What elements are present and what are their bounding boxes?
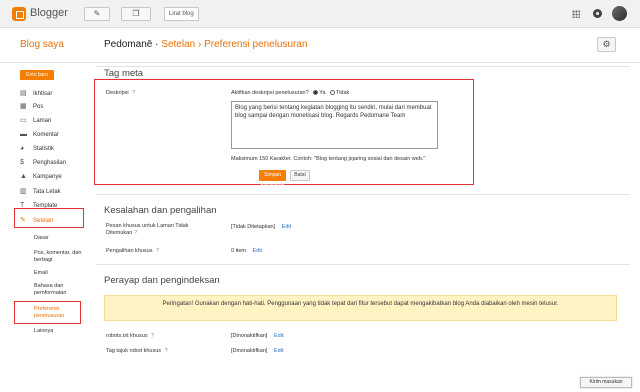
crawl-section-title: Perayap dan pengindeksan	[104, 275, 220, 286]
description-label: Deskripsi	[106, 90, 129, 96]
description-textarea[interactable]: Blog yang berisi tentang kegiatan bloggi…	[231, 101, 438, 149]
help-icon[interactable]: ?	[134, 230, 137, 236]
robots-txt-value: [Dinonaktifkan]	[231, 333, 268, 339]
settings-gear-button[interactable]: ⚙	[597, 37, 616, 52]
enable-description-question: Aktifkan deskripsi penelusuran?	[231, 90, 309, 96]
pages-icon: ❐	[132, 9, 140, 18]
help-icon[interactable]: ?	[165, 348, 168, 354]
breadcrumb-settings[interactable]: Setelan	[161, 39, 195, 50]
sidebar-item-label: Penghasilan	[33, 160, 67, 166]
edit-robot-tags-link[interactable]: Edit	[274, 348, 283, 354]
help-icon[interactable]: ?	[156, 248, 159, 254]
page-header: Blog saya Pedomanē · Setelan › Preferens…	[0, 29, 640, 63]
sidebar-item-label: Ikhtisar	[33, 91, 53, 97]
sidebar-item-label: Kampanye	[33, 174, 62, 180]
custom-redirect-label: Pengalihan khusus	[106, 248, 153, 254]
sidebar-item-label: Laman	[33, 118, 52, 124]
robots-txt-label: robots.txt khusus	[106, 333, 148, 339]
cancel-button[interactable]: Batal	[290, 170, 310, 181]
help-icon[interactable]: ?	[132, 90, 135, 96]
help-icon[interactable]: ?	[151, 333, 154, 339]
custom-404-row: [Tidak Ditetapkan] Edit	[231, 224, 291, 230]
pages-icon: ▭	[20, 117, 27, 124]
highlight-settings-box	[14, 208, 84, 228]
sidebar-item-label: Statistik	[33, 146, 55, 152]
brand-name[interactable]: Blogger	[30, 7, 68, 19]
settings-sub-other[interactable]: Lainnya	[34, 328, 90, 335]
settings-sub-posts-comments[interactable]: Pos, komentar, dan berbagi	[34, 250, 90, 264]
settings-sub-email[interactable]: Email	[34, 270, 90, 277]
warning-banner: Peringatan! Gunakan dengan hati-hati. Pe…	[104, 295, 617, 321]
breadcrumb-separator: ·	[155, 39, 159, 50]
robot-tags-label: Tag tajuk robot khusus	[106, 348, 162, 354]
robot-tags-row: [Dinonaktifkan] Edit	[231, 348, 283, 354]
campaigns-icon: ▲	[20, 173, 27, 180]
highlight-search-preferences-box	[14, 301, 81, 324]
new-post-button[interactable]: Entri baru	[20, 70, 54, 80]
earnings-icon: $	[20, 159, 24, 166]
top-bar: Blogger ✎ ❐ Lirat blog	[0, 0, 640, 28]
my-blogs-link[interactable]: Blog saya	[20, 39, 64, 50]
robot-tags-label-row: Tag tajuk robot khusus ?	[106, 348, 168, 354]
notifications-icon[interactable]	[593, 9, 602, 18]
layout-icon: ▥	[20, 188, 27, 195]
posts-icon: ▦	[20, 103, 27, 110]
sidebar-item-label: Komentar	[33, 132, 60, 138]
radio-no-label: Tidak	[336, 90, 350, 96]
radio-yes[interactable]	[313, 90, 319, 95]
new-post-pencil-button[interactable]: ✎	[84, 7, 110, 21]
save-changes-button[interactable]: Simpan perubahan	[259, 170, 286, 189]
edit-404-link[interactable]: Edit	[282, 224, 291, 230]
send-feedback-button[interactable]: Kirim masukan	[580, 377, 632, 388]
breadcrumb-current: Preferensi penelusuran	[204, 39, 308, 50]
sidebar-item-label: Pos	[33, 104, 44, 110]
avatar[interactable]	[612, 6, 627, 21]
custom-redirect-row: 0 item Edit	[231, 248, 262, 254]
blogger-logo-icon[interactable]	[12, 7, 26, 21]
enable-description-row: Aktifkan deskripsi penelusuran? Ya Tidak	[231, 90, 349, 96]
radio-no[interactable]	[330, 90, 336, 95]
section-divider	[96, 264, 630, 265]
robots-txt-row: [Dinonaktifkan] Edit	[231, 333, 283, 339]
sidebar-item-label: Tata Letak	[33, 189, 61, 195]
description-hint: Maksimum 150 Karakter. Contoh: "Blog ten…	[231, 156, 426, 162]
custom-404-label: Pesan khusus untuk Laman Tidak Ditemukan…	[106, 223, 216, 237]
stats-icon: ◕	[20, 145, 25, 152]
section-divider	[96, 66, 630, 67]
meta-section-title: Tag meta	[104, 68, 144, 79]
view-pages-button[interactable]: ❐	[121, 7, 151, 21]
custom-404-value: [Tidak Ditetapkan]	[231, 224, 276, 230]
section-divider	[96, 194, 630, 195]
description-label-row: Deskripsi ?	[106, 90, 135, 96]
robot-tags-value: [Dinonaktifkan]	[231, 348, 268, 354]
gear-icon: ⚙	[602, 39, 611, 49]
settings-sub-language[interactable]: Bahasa dan pemformatan	[34, 283, 90, 297]
comments-icon: ▬	[20, 131, 27, 138]
custom-404-label-text: Pesan khusus untuk Laman Tidak Ditemukan	[106, 223, 189, 236]
radio-yes-label: Ya	[319, 90, 326, 96]
overview-icon: ▤	[20, 90, 27, 97]
apps-grid-icon[interactable]	[572, 10, 580, 18]
edit-robots-txt-link[interactable]: Edit	[274, 333, 283, 339]
custom-redirect-label-row: Pengalihan khusus ?	[106, 248, 159, 254]
breadcrumb-blog[interactable]: Pedomanē	[104, 39, 152, 50]
breadcrumb-separator: ›	[197, 39, 202, 50]
blog-selector[interactable]: Lirat blog	[164, 7, 199, 21]
pencil-icon: ✎	[93, 9, 101, 18]
settings-sub-basic[interactable]: Dasar	[34, 235, 90, 242]
custom-redirect-value: 0 item	[231, 248, 246, 254]
errors-section-title: Kesalahan dan pengalihan	[104, 205, 217, 216]
robots-txt-label-row: robots.txt khusus ?	[106, 333, 154, 339]
breadcrumb: Pedomanē · Setelan › Preferensi penelusu…	[104, 39, 308, 50]
edit-redirect-link[interactable]: Edit	[253, 248, 262, 254]
